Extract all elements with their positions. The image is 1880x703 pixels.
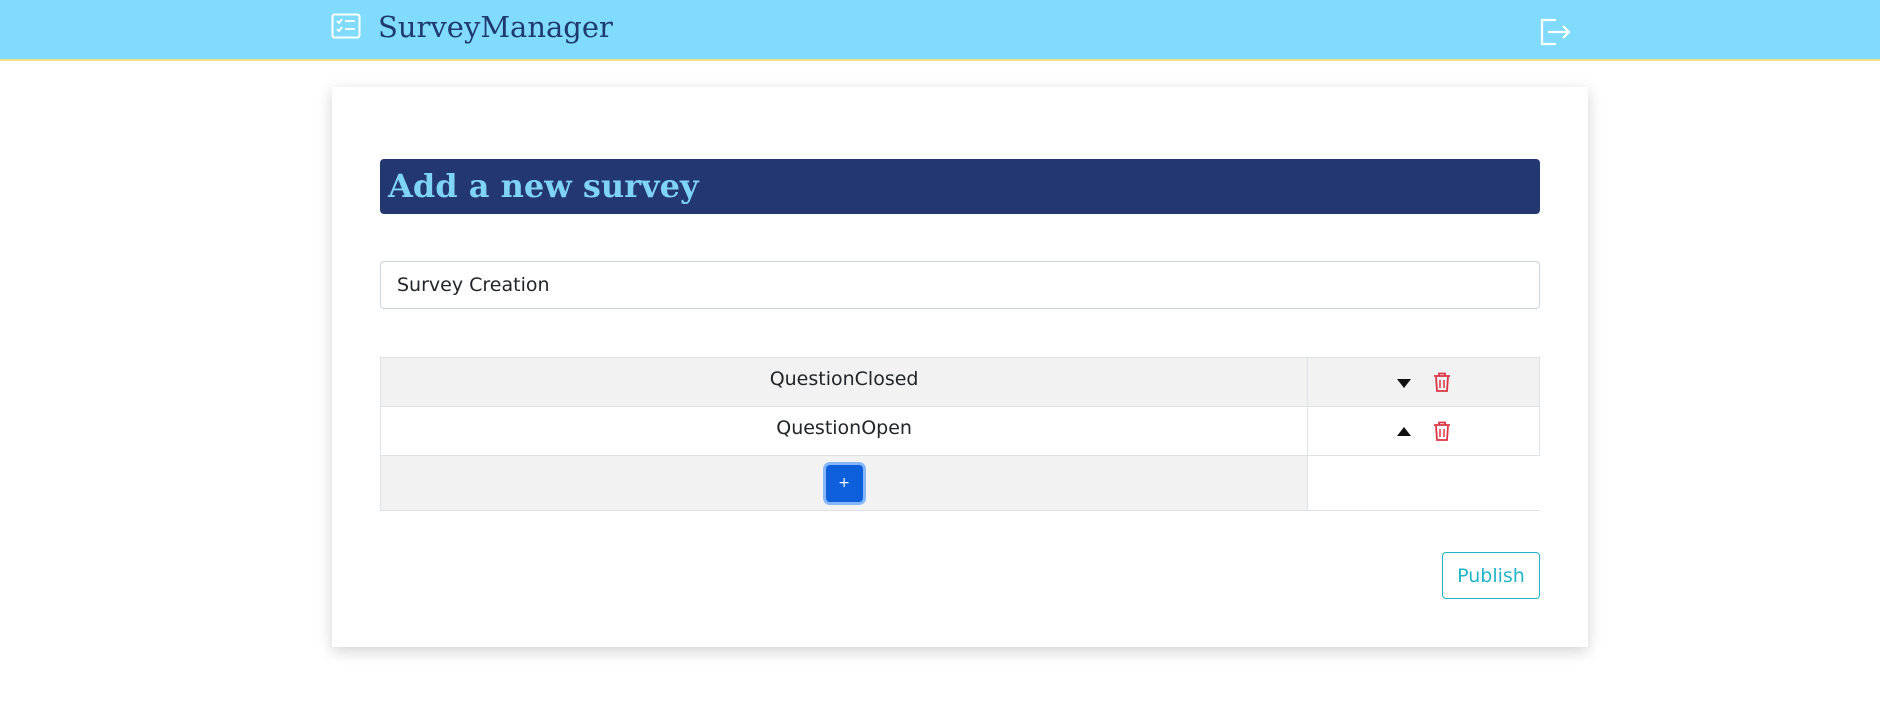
add-question-cell: + — [379, 455, 1309, 511]
survey-card: Add a new survey QuestionClosed Question… — [332, 87, 1588, 647]
add-question-row: + — [379, 455, 1540, 511]
question-label[interactable]: QuestionClosed — [379, 357, 1309, 407]
publish-button[interactable]: Publish — [1442, 552, 1540, 599]
question-label[interactable]: QuestionOpen — [379, 406, 1309, 456]
table-row: QuestionClosed — [379, 357, 1540, 407]
page-title: Add a new survey — [388, 167, 699, 205]
brand-name[interactable]: SurveyManager — [378, 8, 613, 46]
survey-name-input[interactable] — [380, 261, 1540, 309]
logout-icon[interactable] — [1538, 16, 1574, 48]
list-check-icon — [331, 13, 361, 39]
empty-cell — [1307, 455, 1540, 511]
caret-up-icon[interactable] — [1396, 426, 1412, 438]
page-title-bar: Add a new survey — [380, 159, 1540, 214]
caret-down-icon[interactable] — [1396, 377, 1412, 389]
navbar: SurveyManager — [0, 0, 1880, 61]
table-row: QuestionOpen — [379, 406, 1540, 456]
questions-table: QuestionClosed QuestionOpen + — [379, 357, 1540, 511]
question-actions — [1307, 357, 1540, 407]
trash-icon[interactable] — [1432, 420, 1452, 442]
question-actions — [1307, 406, 1540, 456]
trash-icon[interactable] — [1432, 371, 1452, 393]
add-question-button[interactable]: + — [825, 464, 863, 502]
